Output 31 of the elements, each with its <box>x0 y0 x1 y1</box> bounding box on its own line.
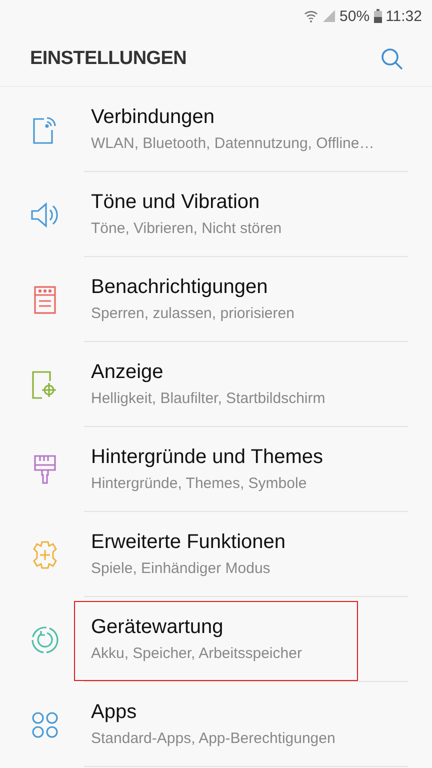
item-subtitle: Spiele, Einhändiger Modus <box>91 560 272 577</box>
item-title: Gerätewartung <box>91 616 224 639</box>
item-title: Benachrichtigungen <box>91 276 269 299</box>
item-title: Anzeige <box>91 361 164 384</box>
settings-item[interactable]: Benachrichtigungen Sperren, zulassen, priorisieren <box>0 257 432 342</box>
battery-icon <box>374 9 382 23</box>
item-subtitle: Töne, Vibrieren, Nicht stören <box>91 220 283 237</box>
settings-item[interactable]: Töne und Vibration Töne, Vibrieren, Nicht stören <box>0 172 432 257</box>
item-title: Apps <box>91 701 138 724</box>
settings-item[interactable]: Erweiterte Funktionen Spiele, Einhändiger Modus <box>0 512 432 597</box>
item-title: Erweiterte Funktionen <box>91 531 287 554</box>
item-subtitle: Sperren, zulassen, priorisieren <box>91 305 296 322</box>
wifi-icon <box>304 9 318 23</box>
signal-icon <box>322 9 336 23</box>
item-title: Verbindungen <box>91 106 216 129</box>
settings-item[interactable]: Hintergründe und Themes Hintergründe, Themes, Symbole <box>0 427 432 512</box>
item-subtitle: Helligkeit, Blaufilter, Startbildschirm <box>91 390 326 407</box>
item-title: Hintergründe und Themes <box>91 446 324 469</box>
search-icon[interactable] <box>380 47 404 71</box>
settings-item[interactable]: Anzeige Helligkeit, Blaufilter, Startbildschirm <box>0 342 432 427</box>
item-subtitle: Standard-Apps, App-Berechtigungen <box>91 730 336 747</box>
clock-time: 11:32 <box>386 8 422 24</box>
battery-percent: 50% <box>340 8 370 24</box>
settings-item[interactable]: Apps Standard-Apps, App-Berechtigungen <box>0 682 432 767</box>
item-subtitle: Akku, Speicher, Arbeitsspeicher <box>91 645 303 662</box>
item-subtitle: WLAN, Bluetooth, Datennutzung, Offline… <box>91 135 376 152</box>
item-title: Töne und Vibration <box>91 191 261 214</box>
settings-item[interactable]: Gerätewartung Akku, Speicher, Arbeitsspeicher <box>0 597 432 682</box>
page-title: EINSTELLUNGEN <box>30 48 187 70</box>
item-subtitle: Hintergründe, Themes, Symbole <box>91 475 308 492</box>
settings-item[interactable]: Verbindungen WLAN, Bluetooth, Datennutzung, Offline… <box>0 87 432 172</box>
